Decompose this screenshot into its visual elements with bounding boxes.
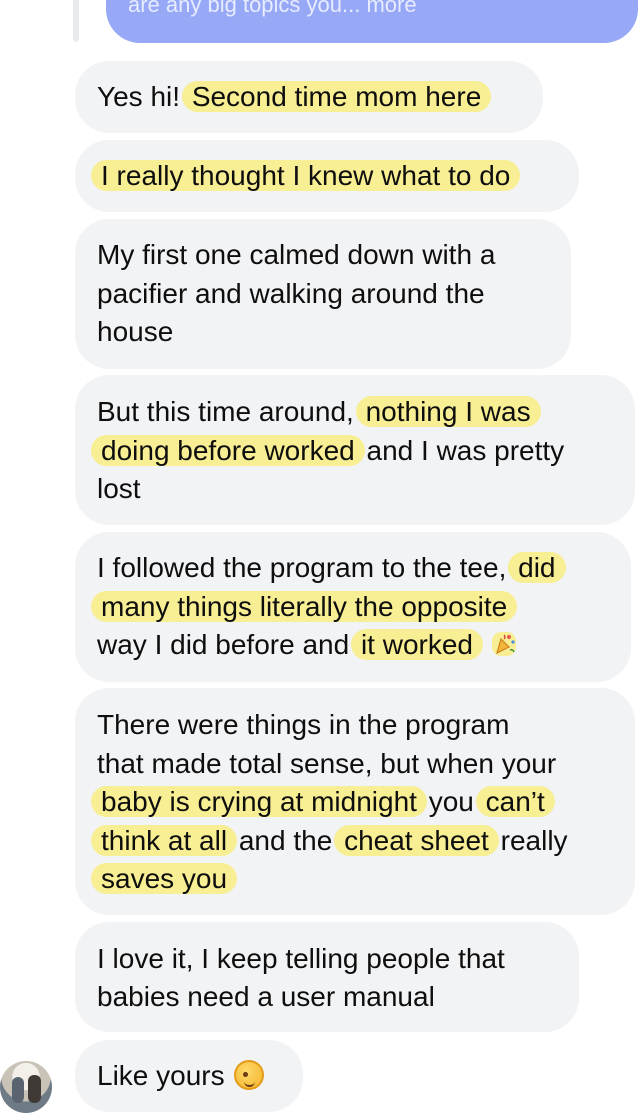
message-text: I followed the program to the tee,: [97, 552, 515, 583]
highlighted-text: many things literally the opposite: [91, 591, 518, 622]
message-line: pacifier and walking around the: [97, 275, 485, 313]
message-text: and I was pretty: [358, 435, 565, 466]
highlighted-text: baby is crying at midnight: [91, 786, 427, 817]
sender-avatar[interactable]: [0, 1061, 52, 1113]
message-line: many things literally the opposite: [91, 588, 518, 626]
message-line: My first one calmed down with a: [97, 236, 495, 274]
message-text: I love it, I keep telling people that: [97, 943, 505, 974]
message-line: babies need a user manual: [97, 978, 435, 1016]
message-text: and the: [231, 825, 341, 856]
message-text: My first one calmed down with a: [97, 239, 496, 270]
highlighted-text: Second time mom here: [181, 81, 492, 112]
message-line: way I did before and it worked: [97, 626, 519, 664]
highlighted-text: cheat sheet: [334, 825, 499, 856]
message-text: house: [97, 316, 174, 347]
winking-face-icon: [234, 1060, 265, 1090]
message-line: But this time around, nothing I was: [97, 393, 541, 431]
message-text: Like yours: [97, 1060, 233, 1091]
message-line: that made total sense, but when your: [97, 745, 556, 783]
message-line: saves you: [91, 860, 238, 898]
message-text: Yes hi!: [97, 81, 188, 112]
highlighted-text: I really thought I knew what to do: [91, 160, 521, 191]
message-text: way I did before and: [97, 629, 357, 660]
message-text: But this time around,: [97, 396, 362, 427]
highlighted-text: nothing I was: [355, 396, 541, 427]
sent-message-preview[interactable]: are any big topics you... more: [128, 0, 417, 18]
party-popper-icon: [489, 629, 519, 659]
highlighted-text: saves you: [91, 863, 238, 894]
message-line: I love it, I keep telling people that: [97, 940, 505, 978]
message-line: Like yours: [97, 1057, 265, 1095]
message-text: you: [420, 786, 482, 817]
highlighted-text: it worked: [350, 629, 483, 660]
message-text: babies need a user manual: [97, 981, 435, 1012]
message-line: lost: [97, 470, 141, 508]
message-text: pacifier and walking around the: [97, 278, 485, 309]
message-text: lost: [97, 473, 141, 504]
highlighted-text: can’t: [475, 786, 555, 817]
highlighted-text: doing before worked: [91, 435, 365, 466]
message-line: house: [97, 313, 173, 351]
message-text: that made total sense, but when your: [97, 748, 557, 779]
highlighted-text: did: [508, 552, 566, 583]
message-line: think at all and the cheat sheet really: [91, 822, 568, 860]
message-line: Yes hi! Second time mom here: [97, 78, 492, 116]
message-line: I followed the program to the tee, did: [97, 549, 566, 587]
message-line: There were things in the program: [97, 706, 509, 744]
message-line: baby is crying at midnight you can’t: [91, 783, 555, 821]
highlighted-text: think at all: [91, 825, 238, 856]
message-line: doing before worked and I was pretty: [91, 432, 565, 470]
message-text: There were things in the program: [97, 709, 510, 740]
message-text: really: [492, 825, 568, 856]
message-line: I really thought I knew what to do: [91, 157, 521, 195]
thread-connector-line: [73, 0, 79, 42]
